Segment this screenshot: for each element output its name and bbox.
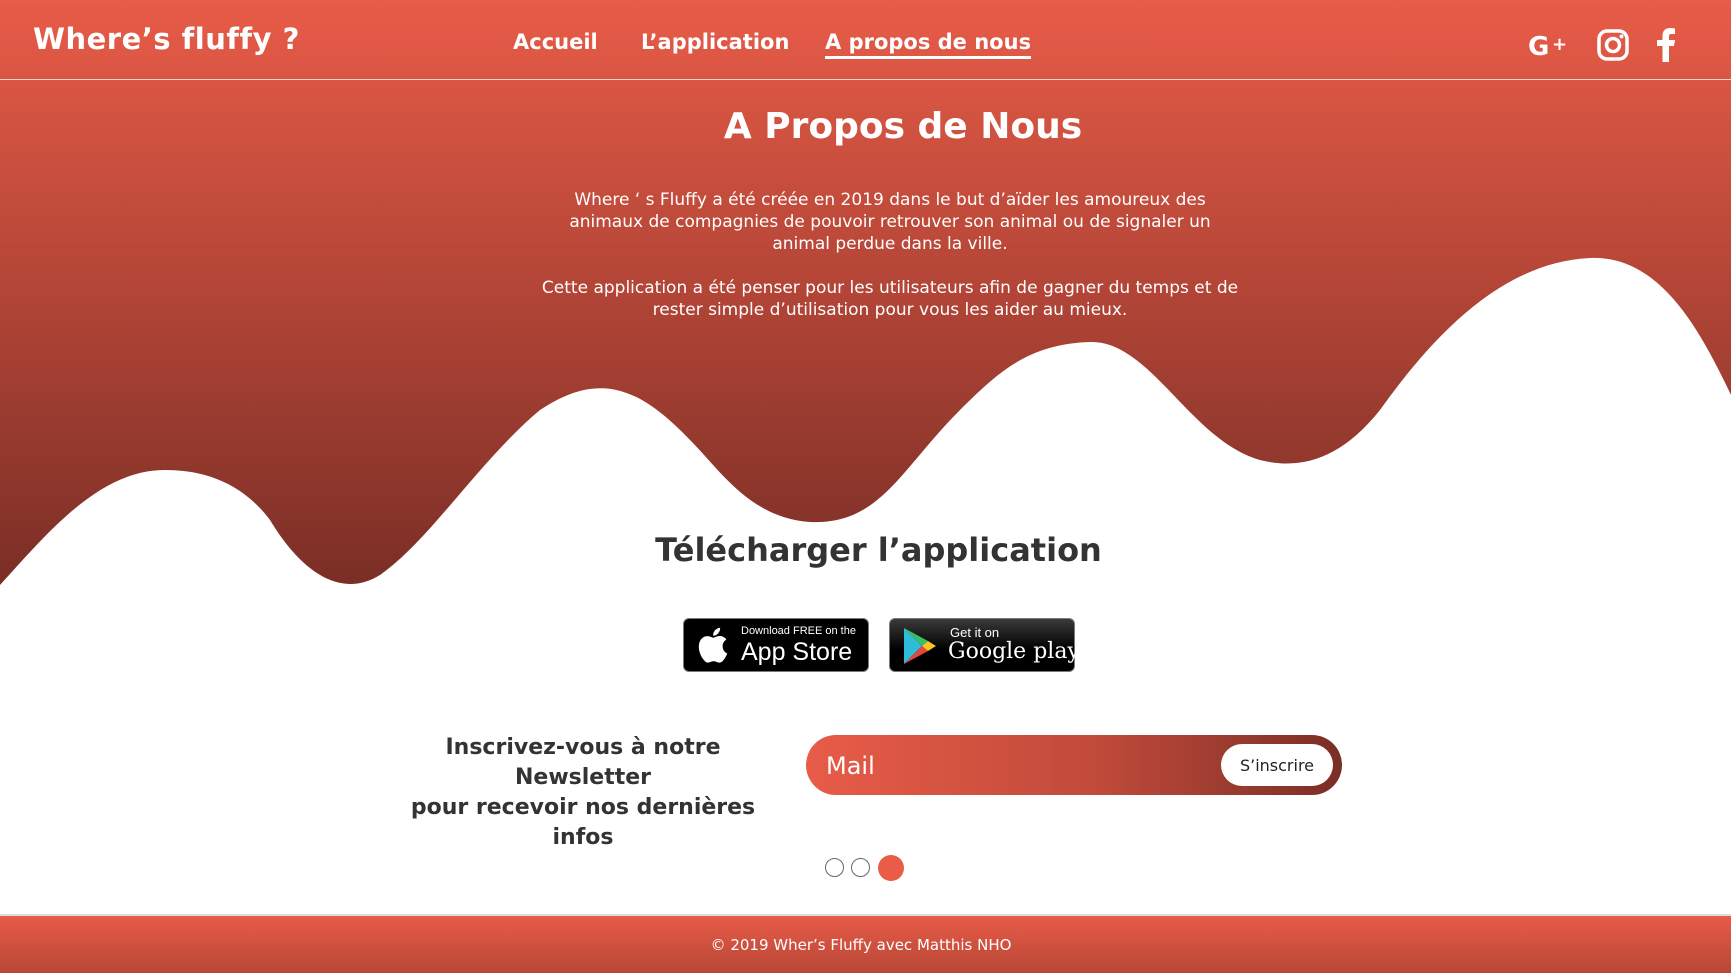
subscribe-button[interactable]: S’inscrire (1221, 744, 1333, 786)
download-title: Télécharger l’application (655, 531, 1102, 569)
instagram-icon[interactable] (1596, 28, 1630, 62)
app-store-small-text: Download FREE on the (741, 625, 856, 637)
nav-a-propos[interactable]: A propos de nous (825, 30, 1032, 59)
google-play-icon (902, 626, 938, 670)
mail-input[interactable] (824, 735, 1208, 797)
apple-icon (698, 627, 728, 667)
about-paragraph-2: Cette application a été penser pour les … (541, 278, 1239, 320)
newsletter-text: Inscrivez-vous à notre Newsletter pour r… (380, 733, 786, 853)
carousel-dot-2[interactable] (851, 858, 870, 877)
about-paragraph-1: Where ‘ s Fluffy a été créée en 2019 dan… (569, 190, 1211, 254)
top-navbar: Where’s fluffy ? Accueil L’application A… (0, 0, 1731, 80)
google-play-small-text: Get it on (950, 625, 1000, 640)
google-plus-icon[interactable]: G + (1528, 28, 1570, 62)
footer: © 2019 Wher’s Fluffy avec Matthis NHO (0, 914, 1731, 973)
nav-application[interactable]: L’application (641, 30, 789, 54)
newsletter-line-1: Inscrivez-vous à notre Newsletter (445, 735, 721, 790)
svg-text:+: + (1552, 34, 1567, 55)
google-play-button[interactable]: Get it on Google play (889, 618, 1080, 672)
google-play-big-text: Google play (948, 639, 1080, 664)
app-store-button[interactable]: Download FREE on the App Store (683, 618, 869, 672)
newsletter-line-2: pour recevoir nos dernières infos (410, 795, 756, 850)
nav-accueil[interactable]: Accueil (513, 30, 598, 54)
site-logo[interactable]: Where’s fluffy ? (33, 22, 300, 56)
carousel-dot-3[interactable] (878, 855, 904, 881)
copyright-text: © 2019 Wher’s Fluffy avec Matthis NHO (710, 936, 1012, 954)
carousel-dot-1[interactable] (825, 858, 844, 877)
facebook-icon[interactable] (1656, 28, 1676, 62)
about-title: A Propos de Nous (723, 106, 1083, 147)
newsletter-form: S’inscrire (806, 735, 1342, 797)
app-store-big-text: App Store (741, 638, 853, 666)
svg-text:G: G (1528, 32, 1549, 62)
